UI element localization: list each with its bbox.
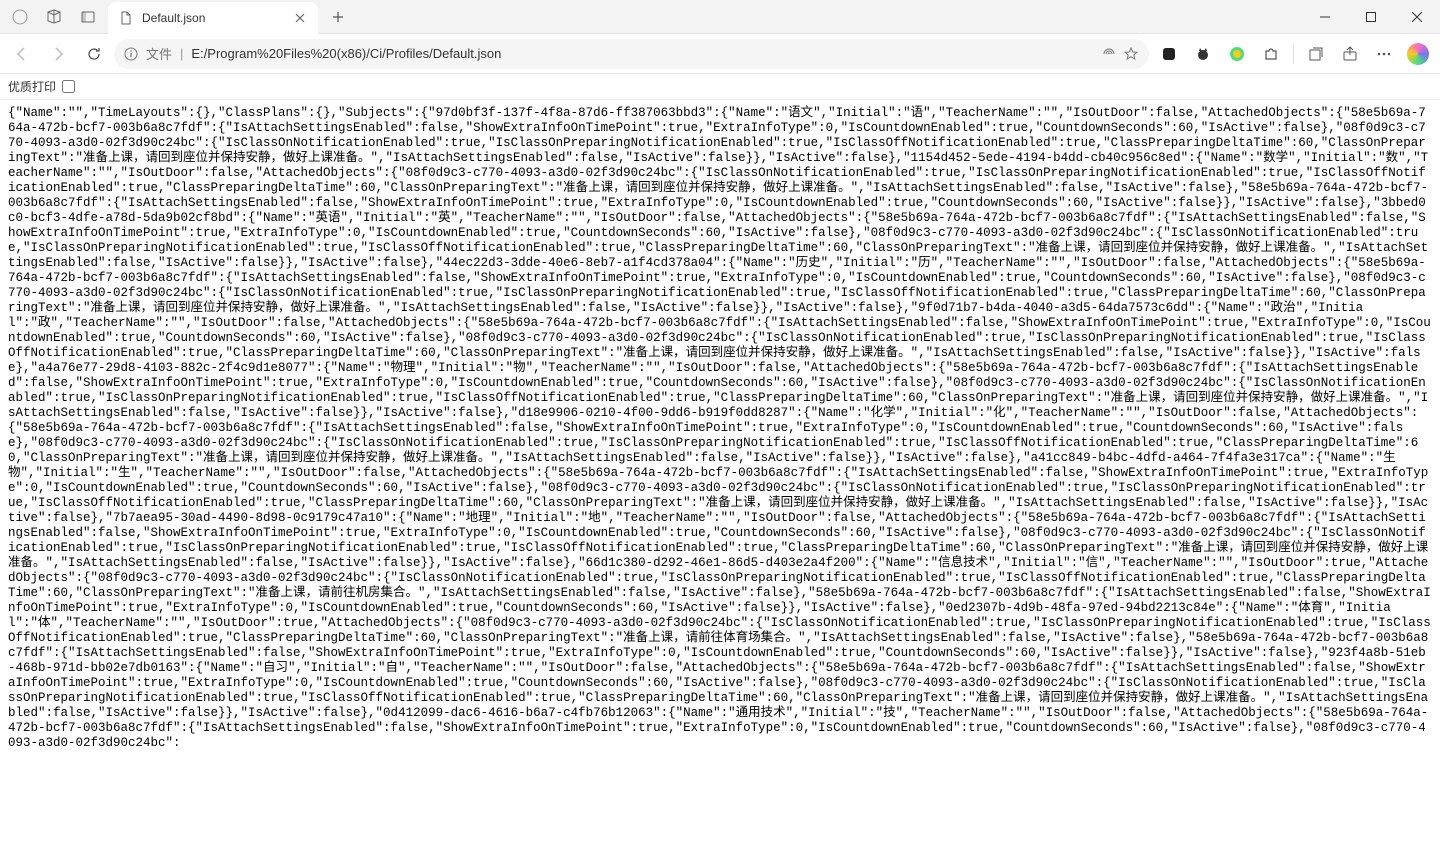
title-bar: Default.json [0,0,1440,34]
share-icon[interactable] [1334,38,1366,70]
collections-icon[interactable] [1300,38,1332,70]
file-icon [118,10,134,26]
window-controls [1302,0,1440,33]
browser-tab[interactable]: Default.json [108,2,318,34]
address-path: E:/Program%20Files%20(x86)/Ci/Profiles/D… [191,46,501,61]
address-separator: | [180,46,183,61]
extension-cat-icon[interactable] [1187,38,1219,70]
toolbar-separator [1293,44,1294,64]
site-info-icon[interactable] [124,47,138,61]
extensions-icon[interactable] [1255,38,1287,70]
minimize-button[interactable] [1302,0,1348,33]
address-prefix: 文件 [146,44,172,63]
tab-close-icon[interactable] [292,10,308,26]
new-tab-button[interactable] [324,3,352,31]
forward-button[interactable] [42,38,74,70]
profile-icon[interactable] [6,3,34,31]
tab-strip-left [0,0,108,33]
json-text[interactable]: {"Name":"","TimeLayouts":{},"ClassPlans"… [8,106,1432,751]
back-button[interactable] [6,38,38,70]
address-bar[interactable]: 文件 | E:/Program%20Files%20(x86)/Ci/Profi… [114,39,1149,69]
read-aloud-icon[interactable] [1101,46,1117,62]
favorite-star-icon[interactable] [1123,46,1139,62]
extension-color-icon[interactable] [1221,38,1253,70]
settings-more-icon[interactable] [1368,38,1400,70]
print-bar: 优质打印 [0,74,1440,100]
tab-title: Default.json [142,11,205,25]
window-close-button[interactable] [1394,0,1440,33]
toolbar: 文件 | E:/Program%20Files%20(x86)/Ci/Profi… [0,34,1440,74]
tab-actions-icon[interactable] [74,3,102,31]
toolbar-right-icons [1153,38,1434,70]
workspaces-icon[interactable] [40,3,68,31]
pretty-print-label: 优质打印 [8,78,56,95]
page-content[interactable]: {"Name":"","TimeLayouts":{},"ClassPlans"… [0,100,1440,860]
extension-dark-icon[interactable] [1153,38,1185,70]
pretty-print-checkbox[interactable] [62,80,75,93]
maximize-button[interactable] [1348,0,1394,33]
refresh-button[interactable] [78,38,110,70]
copilot-icon[interactable] [1402,38,1434,70]
